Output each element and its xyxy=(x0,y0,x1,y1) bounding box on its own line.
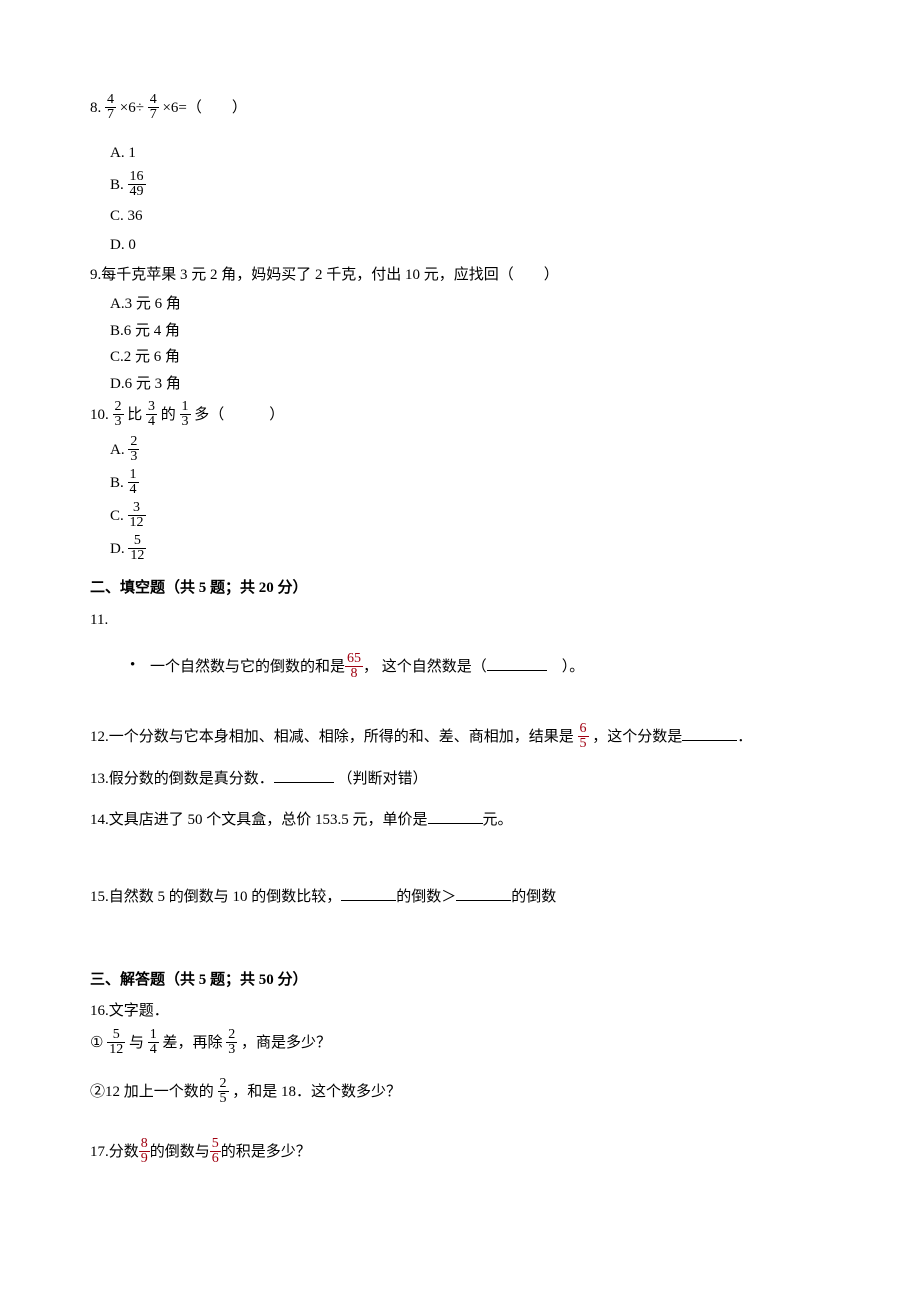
q14: 14.文具店进了 50 个文具盒，总价 153.5 元，单价是元。 xyxy=(90,808,920,834)
q10-prefix: 10. xyxy=(90,407,109,423)
blank xyxy=(341,885,396,901)
q8-mid1: ×6÷ xyxy=(120,100,148,116)
q17: 17.分数 8 9 的倒数与 5 6 的积是多少？ xyxy=(90,1138,920,1167)
blank xyxy=(487,655,547,671)
q16-part1: ① 5 12 与 1 4 差，再除 2 3 ，商是多少？ xyxy=(90,1029,920,1058)
fraction-4-over-7: 4 7 xyxy=(148,93,159,122)
option-b: B.6 元 4 角 xyxy=(110,319,920,345)
q8-options: A. 1 B. 16 49 C. 36 D. 0 xyxy=(90,141,920,259)
fraction-5-over-6: 5 6 xyxy=(210,1137,221,1166)
blank xyxy=(682,725,737,741)
q16-part2: ②12 加上一个数的 2 5 ，和是 18．这个数多少？ xyxy=(90,1078,920,1107)
q13: 13.假分数的倒数是真分数． （判断对错） xyxy=(90,767,920,793)
q9: 9.每千克苹果 3 元 2 角，妈妈买了 2 千克，付出 10 元，应找回（ ）… xyxy=(90,263,920,398)
option-a: A. 1 xyxy=(110,141,920,167)
option-b: B. 1 4 xyxy=(110,469,920,498)
blank xyxy=(274,767,334,783)
q8-mid2: ×6=（ ） xyxy=(162,100,246,116)
fraction-2-over-3: 2 3 xyxy=(113,400,124,429)
fraction-6-over-5: 6 5 xyxy=(578,722,589,751)
option-c: C. 36 xyxy=(110,204,920,230)
blank xyxy=(456,885,511,901)
q15: 15.自然数 5 的倒数与 10 的倒数比较，的倒数＞的倒数 xyxy=(90,885,920,911)
q11-label: 11. xyxy=(90,608,920,634)
q10-options: A. 2 3 B. 1 4 C. 3 12 D. 5 12 xyxy=(90,436,920,564)
fraction-2-over-3: 2 3 xyxy=(128,435,139,464)
q8-prefix: 8. xyxy=(90,100,101,116)
fraction-65-over-8: 65 8 xyxy=(345,652,363,681)
q8: 8. 4 7 ×6÷ 4 7 ×6=（ ） A. 1 B. 16 49 C. 3… xyxy=(90,94,920,259)
fraction-8-over-9: 8 9 xyxy=(139,1137,150,1166)
section-2-title: 二、填空题（共 5 题；共 20 分） xyxy=(90,576,920,602)
option-d: D. 0 xyxy=(110,233,920,259)
option-a: A.3 元 6 角 xyxy=(110,292,920,318)
fraction-4-over-7: 4 7 xyxy=(105,93,116,122)
option-d: D. 5 12 xyxy=(110,535,920,564)
fraction-3-over-12: 3 12 xyxy=(128,501,146,530)
fraction-16-over-49: 16 49 xyxy=(128,170,146,199)
option-c: C.2 元 6 角 xyxy=(110,345,920,371)
fraction-1-over-4: 1 4 xyxy=(148,1028,159,1057)
fraction-3-over-4: 3 4 xyxy=(146,400,157,429)
q8-stem: 8. 4 7 ×6÷ 4 7 ×6=（ ） xyxy=(90,94,920,123)
q12: 12.一个分数与它本身相加、相减、相除，所得的和、差、商相加，结果是 6 5 ，… xyxy=(90,723,920,752)
blank xyxy=(428,808,483,824)
q9-options: A.3 元 6 角 B.6 元 4 角 C.2 元 6 角 D.6 元 3 角 xyxy=(90,292,920,397)
q10-stem: 10. 2 3 比 3 4 的 1 3 多（ ） xyxy=(90,401,920,430)
option-d: D.6 元 3 角 xyxy=(110,372,920,398)
fraction-5-over-12: 5 12 xyxy=(107,1028,125,1057)
q11: 11. 一个自然数与它的倒数的和是 65 8 ， 这个自然数是（ ）。 xyxy=(90,608,920,683)
section-3-title: 三、解答题（共 5 题；共 50 分） xyxy=(90,968,920,994)
fraction-1-over-4: 1 4 xyxy=(128,468,139,497)
q10: 10. 2 3 比 3 4 的 1 3 多（ ） A. 2 3 B. 1 xyxy=(90,401,920,564)
q16-title: 16.文字题． xyxy=(90,999,920,1025)
option-b: B. 16 49 xyxy=(110,171,920,200)
q9-stem: 9.每千克苹果 3 元 2 角，妈妈买了 2 千克，付出 10 元，应找回（ ） xyxy=(90,263,920,289)
option-a: A. 2 3 xyxy=(110,436,920,465)
fraction-5-over-12: 5 12 xyxy=(128,534,146,563)
fraction-2-over-5: 2 5 xyxy=(218,1077,229,1106)
option-c: C. 3 12 xyxy=(110,502,920,531)
q11-text: 一个自然数与它的倒数的和是 65 8 ， 这个自然数是（ ）。 xyxy=(90,653,920,682)
fraction-1-over-3: 1 3 xyxy=(180,400,191,429)
fraction-2-over-3: 2 3 xyxy=(226,1028,237,1057)
q16: 16.文字题． ① 5 12 与 1 4 差，再除 2 3 ，商是多少？ ②12… xyxy=(90,999,920,1107)
